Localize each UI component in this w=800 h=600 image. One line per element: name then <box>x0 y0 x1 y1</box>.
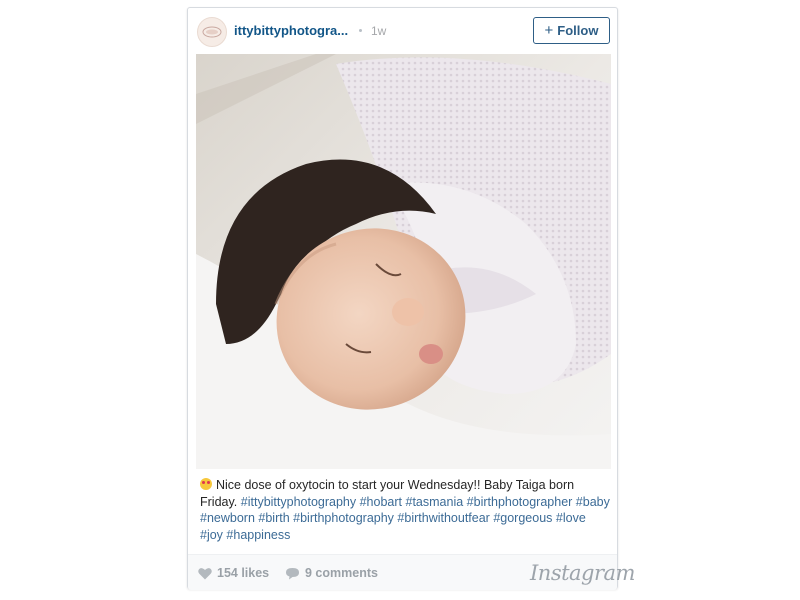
follow-button[interactable]: + Follow <box>533 17 610 44</box>
hashtag-link[interactable]: #joy <box>200 528 223 542</box>
comments-count[interactable]: 9 comments <box>285 566 378 580</box>
separator-dot <box>359 29 362 32</box>
post-caption: Nice dose of oxytocin to start your Wedn… <box>200 477 610 543</box>
comment-bubble-icon <box>286 567 299 579</box>
plus-icon: + <box>544 22 554 39</box>
heart-icon <box>198 567 212 579</box>
hashtag-link[interactable]: #ittybittyphotography <box>241 495 356 509</box>
username-link[interactable]: ittybittyphotogra... <box>234 23 348 38</box>
hashtag-link[interactable]: #birth <box>258 511 289 525</box>
hashtag-link[interactable]: #birthwithoutfear <box>397 511 489 525</box>
hashtag-link[interactable]: #baby <box>576 495 610 509</box>
hashtag-link[interactable]: #hobart <box>360 495 402 509</box>
heart-eyes-emoji-icon <box>200 478 212 490</box>
hashtag-link[interactable]: #birthphotography <box>293 511 394 525</box>
hashtag-link[interactable]: #happiness <box>226 528 290 542</box>
post-photo[interactable] <box>196 54 611 469</box>
instagram-logo[interactable]: Instagram <box>530 561 635 585</box>
post-header: ittybittyphotogra... 1w + Follow <box>188 8 617 54</box>
avatar-logo-icon <box>202 26 222 38</box>
likes-label: 154 likes <box>217 566 270 580</box>
newborn-photo-image <box>196 54 611 469</box>
follow-label: Follow <box>557 23 599 38</box>
hashtag-link[interactable]: #newborn <box>200 511 255 525</box>
post-footer: 154 likes 9 comments Instagram <box>188 554 635 590</box>
hashtag-link[interactable]: #tasmania <box>406 495 464 509</box>
likes-count[interactable]: 154 likes <box>198 566 269 580</box>
hashtag-link[interactable]: #birthphotographer <box>467 495 573 509</box>
comments-label: 9 comments <box>305 566 378 580</box>
avatar[interactable] <box>197 17 227 47</box>
hashtag-link[interactable]: #gorgeous <box>493 511 552 525</box>
post-time: 1w <box>371 24 387 38</box>
hashtag-link[interactable]: #love <box>556 511 586 525</box>
embedded-post-card: ittybittyphotogra... 1w + Follow Nice do… <box>187 7 635 590</box>
